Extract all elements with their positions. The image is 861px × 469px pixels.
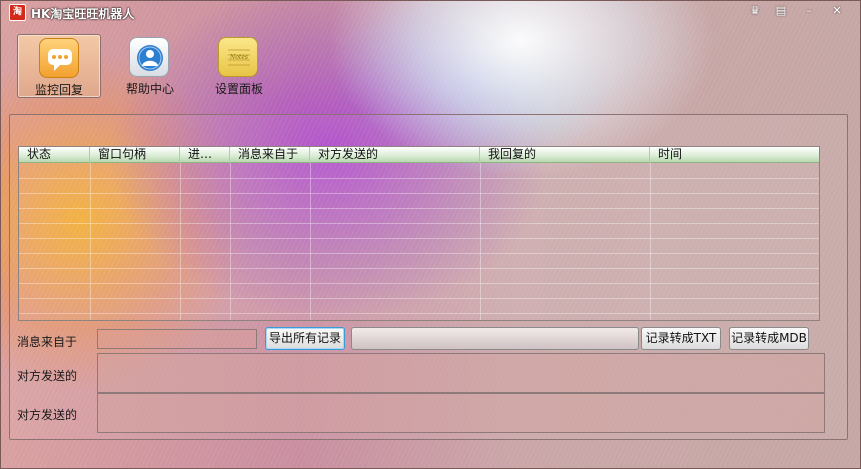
column-header-from[interactable]: 消息来自于 — [230, 147, 310, 163]
user-help-icon — [129, 37, 169, 77]
column-divider — [230, 163, 231, 320]
settings-panel-button[interactable]: Notes 设置面板 — [197, 34, 281, 98]
column-divider — [650, 163, 651, 320]
skin-icon[interactable]: ♛ — [747, 4, 763, 18]
chat-bubble-icon — [39, 38, 79, 78]
row-divider — [19, 208, 819, 209]
table-header: 状态 窗口句柄 进… 消息来自于 对方发送的 我回复的 时间 — [19, 147, 819, 163]
row-divider — [19, 313, 819, 314]
from-label: 消息来自于 — [17, 335, 78, 349]
from-input[interactable] — [97, 329, 257, 349]
help-center-button[interactable]: 帮助中心 — [108, 34, 192, 98]
window-title: HK淘宝旺旺机器人 — [31, 7, 135, 21]
monitor-reply-label: 监控回复 — [34, 83, 83, 97]
help-center-label: 帮助中心 — [125, 82, 174, 96]
column-header-time[interactable]: 时间 — [650, 147, 819, 163]
sent-label-2: 对方发送的 — [17, 408, 78, 422]
export-path-field[interactable] — [351, 327, 639, 350]
message-log-table[interactable]: 状态 窗口句柄 进… 消息来自于 对方发送的 我回复的 时间 — [18, 146, 820, 321]
column-divider — [90, 163, 91, 320]
column-header-process[interactable]: 进… — [180, 147, 230, 163]
row-divider — [19, 283, 819, 284]
sent-message-area-2[interactable] — [97, 393, 825, 433]
to-txt-button[interactable]: 记录转成TXT — [641, 327, 721, 350]
column-header-window-handle[interactable]: 窗口句柄 — [90, 147, 180, 163]
column-header-sent[interactable]: 对方发送的 — [310, 147, 480, 163]
column-divider — [310, 163, 311, 320]
export-all-button[interactable]: 导出所有记录 — [265, 327, 345, 350]
notes-icon: Notes — [218, 37, 258, 77]
close-icon[interactable]: ✕ — [829, 4, 845, 18]
row-divider — [19, 223, 819, 224]
row-divider — [19, 238, 819, 239]
row-divider — [19, 298, 819, 299]
column-divider — [180, 163, 181, 320]
settings-panel-label: 设置面板 — [214, 82, 263, 96]
row-divider — [19, 268, 819, 269]
sent-label-1: 对方发送的 — [17, 369, 78, 383]
row-divider — [19, 253, 819, 254]
title-bar[interactable]: 淘 HK淘宝旺旺机器人 ♛ ▤ – ✕ — [1, 1, 860, 23]
column-header-status[interactable]: 状态 — [19, 147, 90, 163]
row-divider — [19, 193, 819, 194]
column-divider — [480, 163, 481, 320]
notes-icon-text: Notes — [229, 54, 248, 61]
minimize-icon[interactable]: – — [801, 4, 817, 18]
app-logo-icon: 淘 — [9, 4, 26, 21]
sent-message-area-1[interactable] — [97, 353, 825, 393]
menu-icon[interactable]: ▤ — [773, 4, 789, 18]
to-mdb-button[interactable]: 记录转成MDB — [729, 327, 809, 350]
monitor-reply-button[interactable]: 监控回复 — [17, 34, 101, 98]
column-header-reply[interactable]: 我回复的 — [480, 147, 650, 163]
row-divider — [19, 178, 819, 179]
main-window: 淘 HK淘宝旺旺机器人 ♛ ▤ – ✕ 监控回复 帮助中心 Notes 设置面板… — [0, 0, 861, 469]
